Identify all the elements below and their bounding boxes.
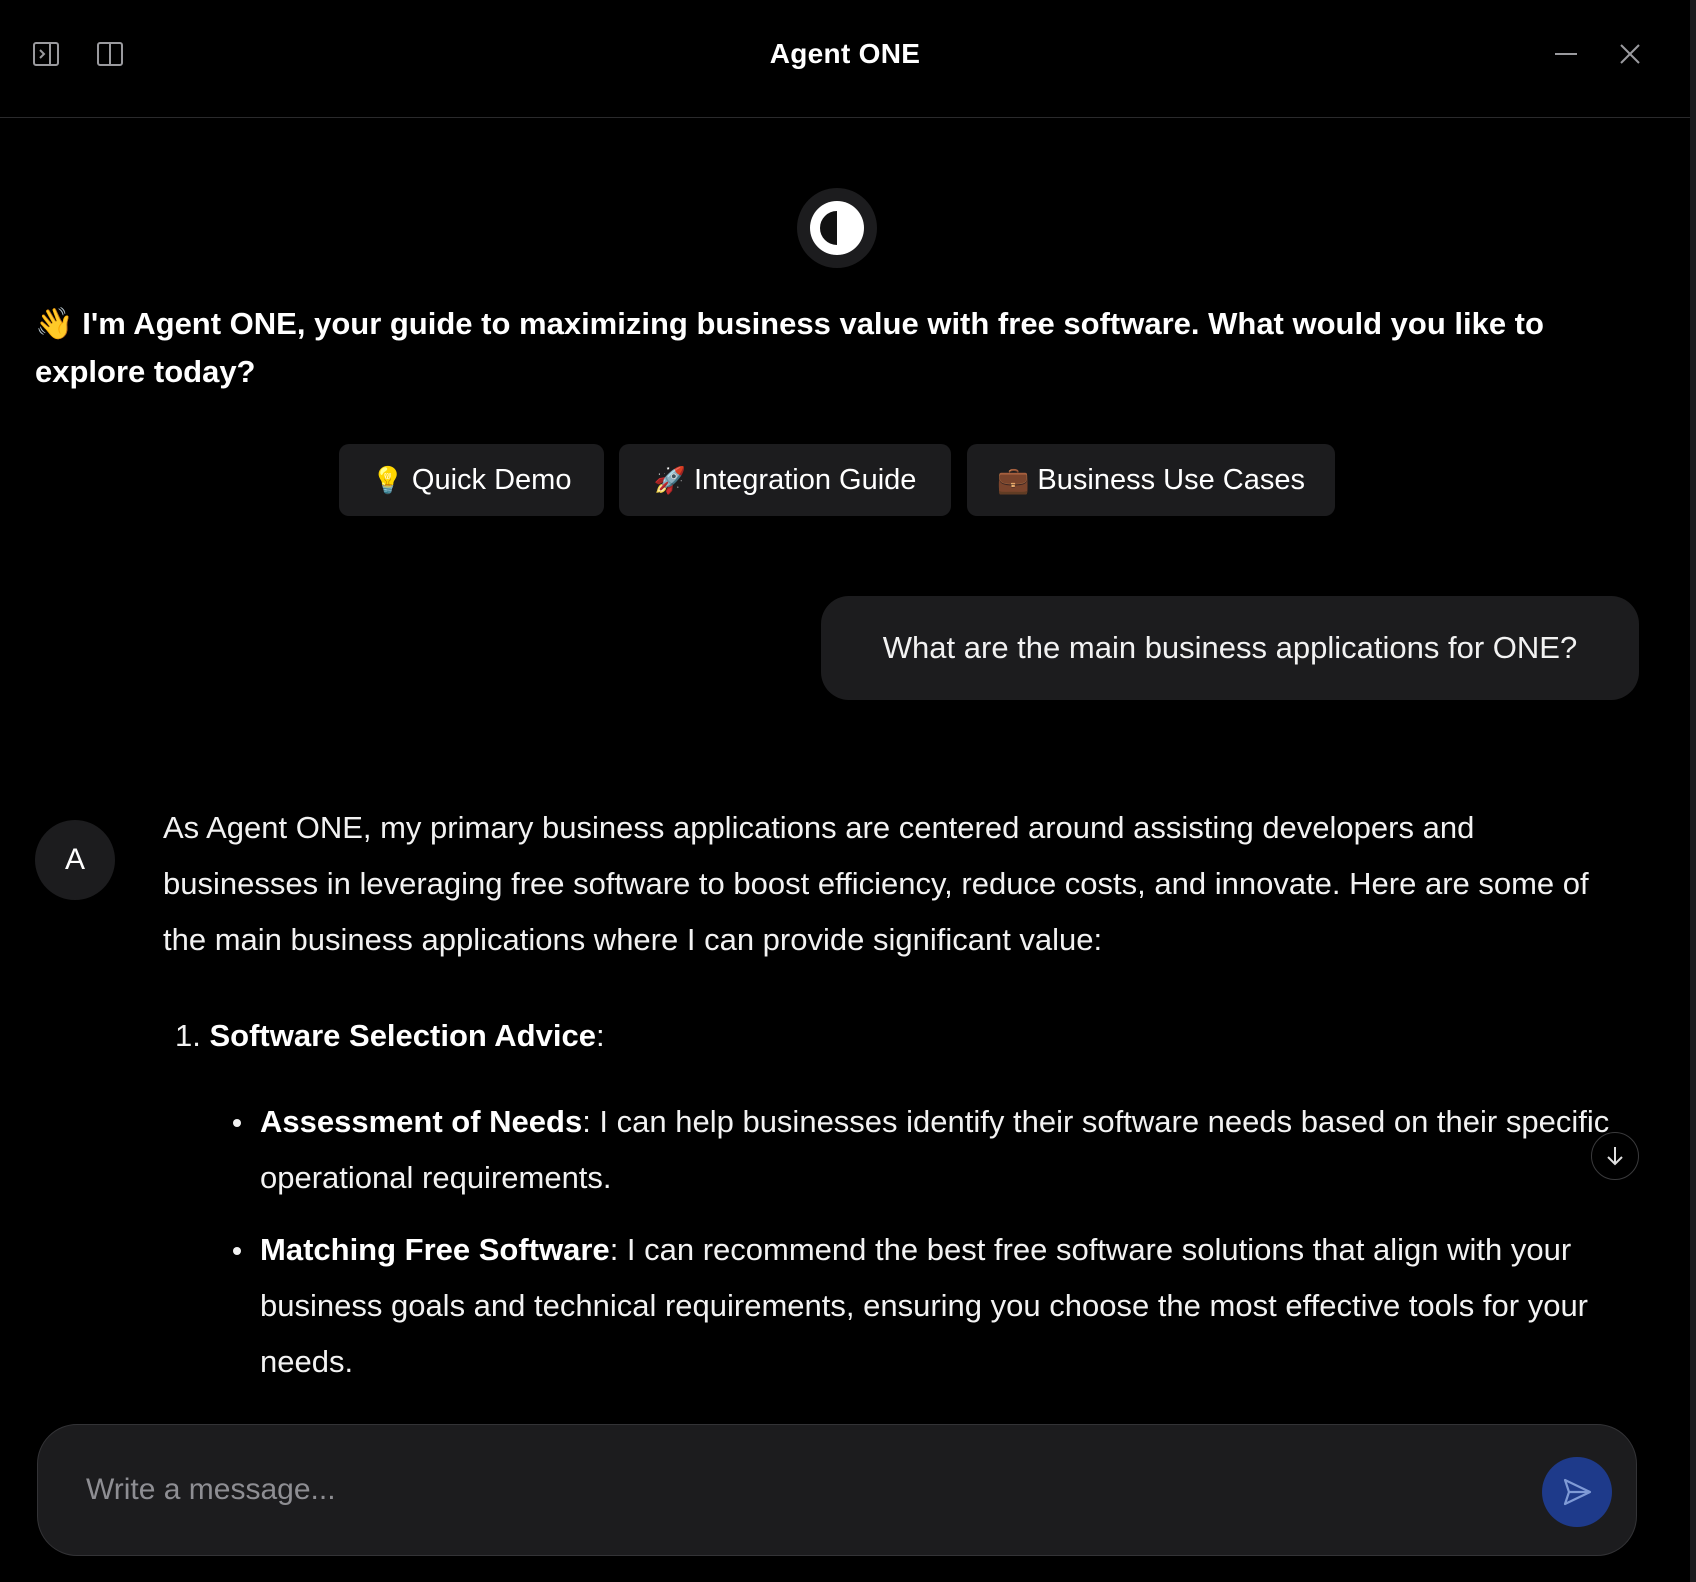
greeting-text: I'm Agent ONE, your guide to maximizing … — [35, 306, 1544, 389]
briefcase-icon: 💼 — [997, 464, 1030, 495]
quick-demo-label: Quick Demo — [411, 463, 572, 496]
scroll-to-bottom-button[interactable] — [1591, 1132, 1639, 1180]
lightbulb-icon: 💡 — [371, 464, 404, 495]
message-input[interactable] — [86, 1455, 1526, 1525]
assistant-reply-viewport[interactable]: As Agent ONE, my primary business applic… — [0, 800, 1690, 1377]
message-composer — [37, 1424, 1637, 1556]
rocket-icon: 🚀 — [653, 464, 686, 495]
send-icon — [1563, 1478, 1592, 1506]
business-use-cases-button[interactable]: 💼 Business Use Cases — [967, 444, 1335, 516]
title-bar: Agent ONE — [0, 0, 1690, 118]
window-title: Agent ONE — [769, 38, 921, 69]
send-button[interactable] — [1542, 1457, 1612, 1527]
item-number: 1. — [175, 1018, 201, 1053]
user-message-bubble: What are the main business applications … — [821, 596, 1639, 700]
bullet-term: Assessment of Needs — [260, 1104, 583, 1139]
integration-guide-label: Integration Guide — [693, 463, 917, 496]
quick-actions: 💡 Quick Demo 🚀 Integration Guide 💼 Busin… — [0, 444, 1690, 516]
close-icon[interactable] — [1614, 38, 1646, 70]
agent-logo-icon — [797, 188, 877, 268]
greeting-message: 👋 I'm Agent ONE, your guide to maximizin… — [35, 300, 1635, 396]
assistant-reply: As Agent ONE, my primary business applic… — [163, 800, 1633, 1377]
bullet-item: Matching Free Software: I can recommend … — [233, 1222, 1633, 1377]
item-title: Software Selection Advice — [209, 1018, 596, 1053]
quick-demo-button[interactable]: 💡 Quick Demo — [339, 444, 604, 516]
minimize-icon[interactable] — [1550, 38, 1582, 70]
window-edge — [1690, 0, 1696, 1582]
arrow-down-icon — [1607, 1147, 1623, 1166]
bullet-term: Matching Free Software — [260, 1232, 610, 1267]
wave-emoji: 👋 — [35, 306, 74, 341]
reply-intro: As Agent ONE, my primary business applic… — [163, 810, 1589, 957]
numbered-item: 1. Software Selection Advice: — [175, 1008, 1633, 1064]
bullet-list: Assessment of Needs: I can help business… — [233, 1094, 1633, 1377]
chat-window: Agent ONE 👋 I'm Agent ONE, your guide to… — [0, 0, 1690, 1582]
integration-guide-button[interactable]: 🚀 Integration Guide — [619, 444, 951, 516]
business-use-cases-label: Business Use Cases — [1037, 463, 1305, 496]
bullet-item: Assessment of Needs: I can help business… — [233, 1094, 1633, 1206]
item-title-suffix: : — [595, 1018, 605, 1053]
